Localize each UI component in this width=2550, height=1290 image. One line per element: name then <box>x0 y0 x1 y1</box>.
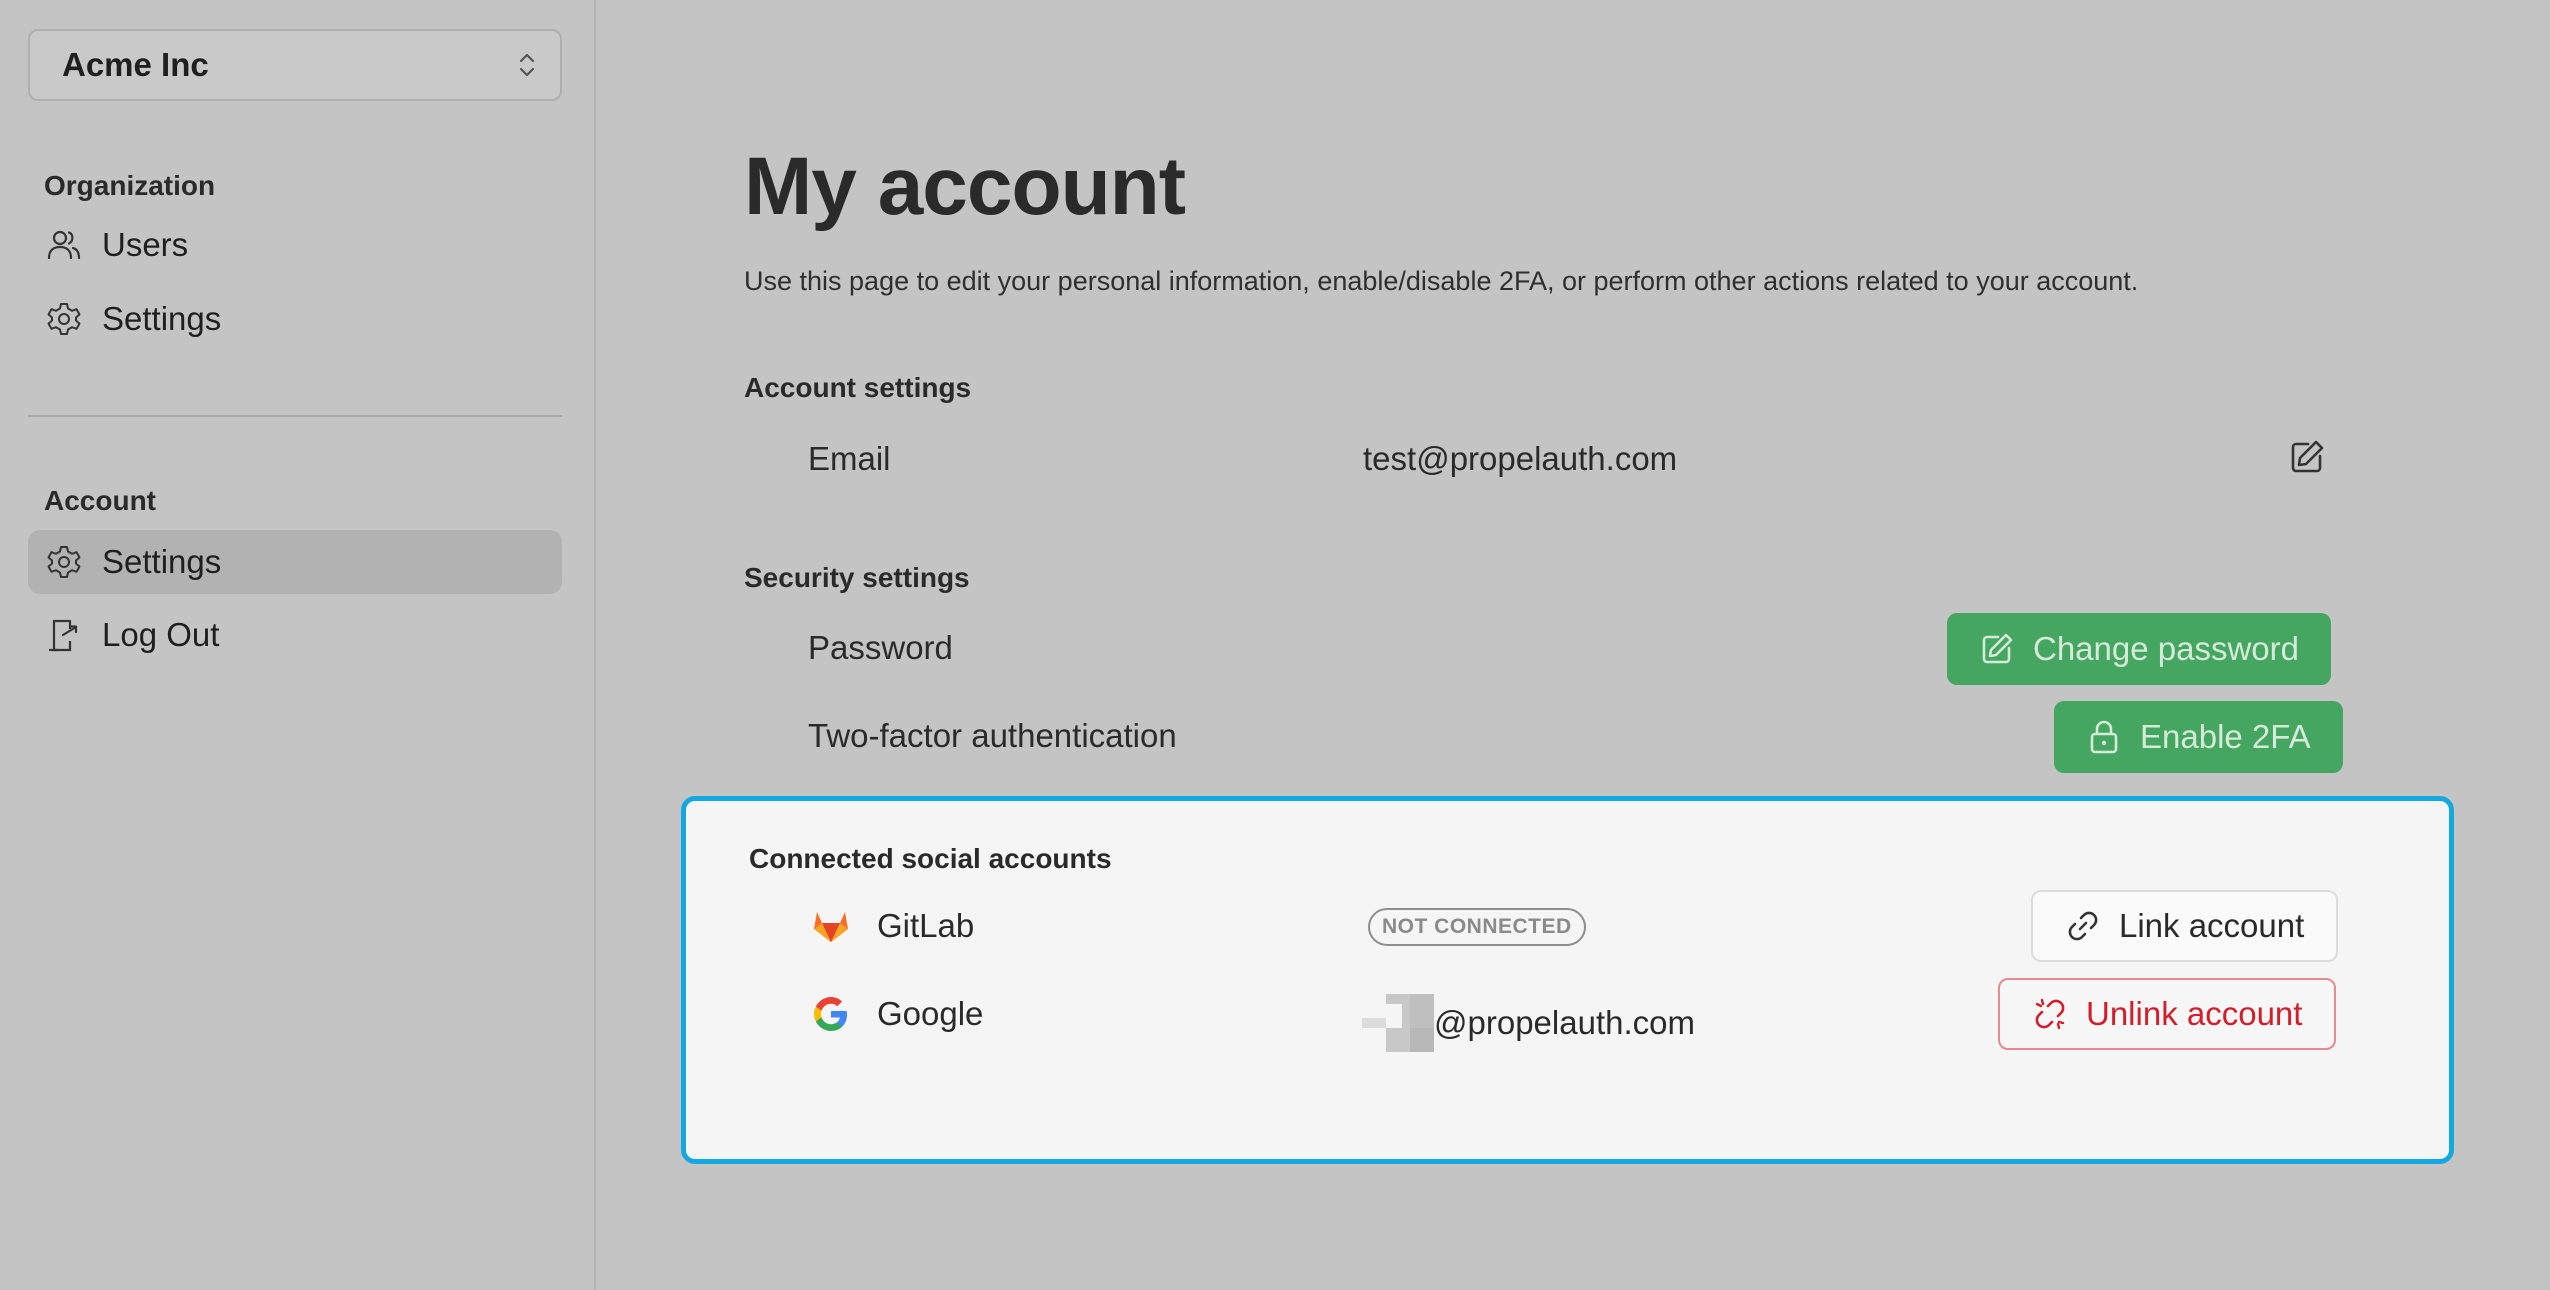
redacted-email-image <box>1362 994 1434 1052</box>
sidebar-item-logout[interactable]: Log Out <box>28 603 562 667</box>
organization-section-label: Organization <box>44 170 216 201</box>
password-label: Password <box>808 629 953 666</box>
page-description: Use this page to edit your personal info… <box>744 266 2139 296</box>
page-title: My account <box>744 141 1186 232</box>
enable-2fa-button[interactable]: Enable 2FA <box>2054 701 2343 773</box>
google-email-suffix: @propelauth.com <box>1434 1004 1695 1041</box>
gear-icon <box>46 544 82 580</box>
link-account-label: Link account <box>2119 907 2305 944</box>
enable-2fa-label: Enable 2FA <box>2140 718 2311 755</box>
change-password-button[interactable]: Change password <box>1947 613 2331 685</box>
sidebar-item-label: Settings <box>102 543 222 580</box>
sidebar: Acme Inc Organization Users Settings Acc… <box>0 0 596 1290</box>
lock-icon <box>2086 719 2122 755</box>
link-account-button[interactable]: Link account <box>2031 890 2339 962</box>
google-logo-icon <box>811 994 851 1034</box>
unlink-account-label: Unlink account <box>2086 995 2303 1032</box>
chevron-updown-icon <box>519 53 535 77</box>
sidebar-item-org-settings[interactable]: Settings <box>28 287 562 351</box>
google-account-email: @propelauth.com <box>1362 994 1695 1052</box>
email-label: Email <box>808 440 891 477</box>
sidebar-item-account-settings[interactable]: Settings <box>28 530 562 594</box>
provider-name: GitLab <box>877 907 975 944</box>
app-root: Acme Inc Organization Users Settings Acc… <box>0 0 2550 1290</box>
provider-gitlab: GitLab <box>811 906 974 946</box>
logout-icon <box>46 617 82 653</box>
org-name: Acme Inc <box>62 46 209 83</box>
unlink-account-button[interactable]: Unlink account <box>1998 978 2337 1050</box>
twofa-label: Two-factor authentication <box>808 717 1177 754</box>
security-settings-title: Security settings <box>744 562 970 593</box>
org-selector[interactable]: Acme Inc <box>28 29 562 101</box>
account-section-label: Account <box>44 485 156 516</box>
status-badge: NOT CONNECTED <box>1368 908 1586 946</box>
edit-icon <box>1979 631 2015 667</box>
sidebar-item-label: Users <box>102 226 189 263</box>
sidebar-item-label: Log Out <box>102 616 220 653</box>
unlink-icon <box>2032 996 2068 1032</box>
sidebar-item-label: Settings <box>102 300 222 337</box>
change-password-label: Change password <box>2033 630 2299 667</box>
users-icon <box>46 227 82 263</box>
connected-social-accounts-panel: Connected social accounts GitLab NOT CON… <box>681 796 2454 1164</box>
sidebar-divider <box>28 415 562 417</box>
gitlab-logo-icon <box>811 906 851 946</box>
provider-google: Google <box>811 994 983 1034</box>
gear-icon <box>46 301 82 337</box>
account-settings-title: Account settings <box>744 372 972 403</box>
edit-icon[interactable] <box>2288 438 2326 476</box>
email-value: test@propelauth.com <box>1363 440 1678 477</box>
provider-name: Google <box>877 995 984 1032</box>
link-icon <box>2065 908 2101 944</box>
sidebar-item-users[interactable]: Users <box>28 213 562 277</box>
social-accounts-title: Connected social accounts <box>749 843 1112 874</box>
